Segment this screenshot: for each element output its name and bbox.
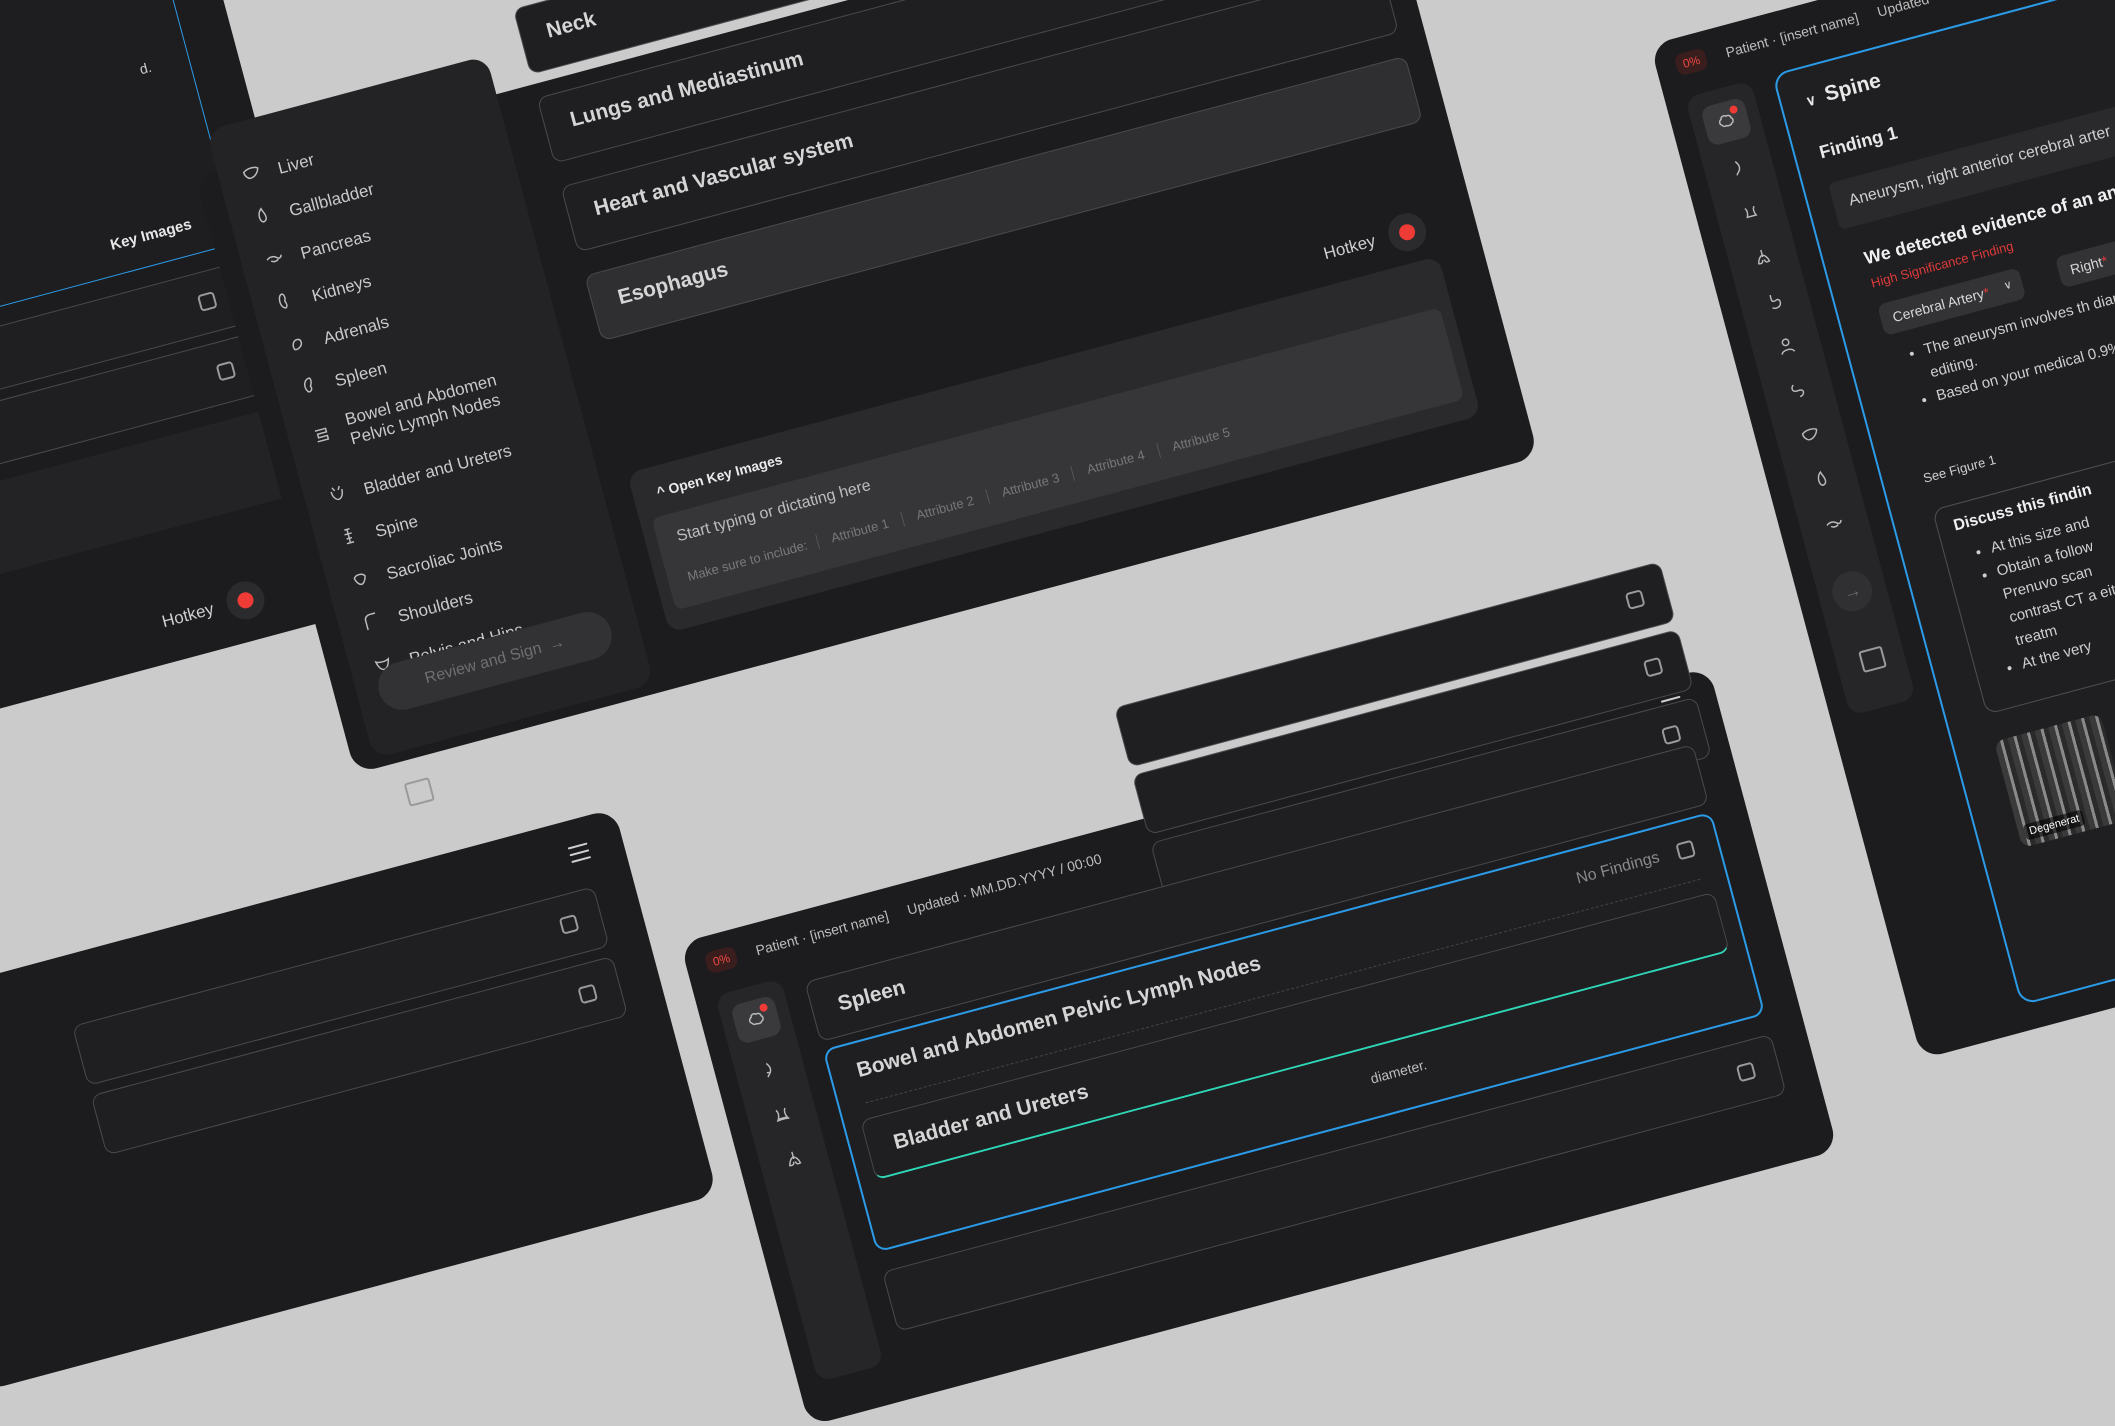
bottom-left-panel xyxy=(0,808,718,1392)
sidebar-item-label: Spine xyxy=(372,511,420,541)
neck-icon[interactable] xyxy=(744,1045,797,1095)
checkbox[interactable] xyxy=(1660,724,1682,746)
section-title: Spine xyxy=(1822,68,1884,106)
checkbox[interactable] xyxy=(577,983,599,1005)
gallbladder-icon[interactable] xyxy=(1796,454,1849,504)
pancreas-icon xyxy=(261,245,289,277)
record-icon xyxy=(235,590,256,611)
sidebar-item-adrenals[interactable]: Adrenals xyxy=(284,308,393,361)
gallbladder-icon xyxy=(249,202,277,234)
spleen-icon xyxy=(295,372,323,404)
dropdown-value: Cerebral Artery xyxy=(1890,285,1986,326)
checkbox[interactable] xyxy=(1642,656,1664,678)
hotkey-label: Hotkey xyxy=(1321,231,1378,264)
checkbox[interactable] xyxy=(215,360,237,382)
finding-title[interactable]: Finding 1 xyxy=(1817,122,1900,163)
key-images-label[interactable]: Key Images xyxy=(109,216,194,254)
next-button[interactable]: → xyxy=(1827,566,1877,616)
liver-icon[interactable] xyxy=(1784,410,1837,460)
bowel-icon xyxy=(308,421,336,453)
liver-icon xyxy=(238,160,266,192)
person-icon[interactable] xyxy=(1760,321,1813,371)
brain-icon[interactable] xyxy=(1700,96,1753,147)
collapse-sidebar-icon[interactable] xyxy=(403,777,435,807)
patient-name: Patient · [insert name] xyxy=(1723,9,1861,61)
record-button[interactable] xyxy=(222,577,269,624)
section-header[interactable]: ∨ Spine xyxy=(1803,69,1884,112)
lungs-icon[interactable] xyxy=(767,1134,820,1184)
sidebar-item-spleen[interactable]: Spleen xyxy=(295,355,390,405)
stomach-icon[interactable] xyxy=(1748,276,1801,326)
image-caption: Degenerat xyxy=(2022,809,2087,841)
thorax-icon[interactable] xyxy=(1724,188,1777,238)
sidebar-item-label: Gallbladder xyxy=(287,179,376,220)
thorax-icon[interactable] xyxy=(755,1089,808,1139)
progress-badge: 0% xyxy=(703,945,740,975)
hotkey-label: Hotkey xyxy=(159,599,216,632)
checkbox[interactable] xyxy=(1624,589,1646,610)
chevron-down-icon: ∨ xyxy=(1803,91,1818,110)
no-findings-label[interactable]: No Findings xyxy=(1574,849,1661,888)
sidebar-item-label: Pancreas xyxy=(298,225,373,263)
sacroiliac-icon xyxy=(347,566,375,598)
sidebar-item-label: Liver xyxy=(275,149,317,178)
updated-timestamp: Updated · MM.DD.YYYY / 00:00 xyxy=(905,850,1104,918)
checkbox[interactable] xyxy=(1675,839,1697,861)
intestine-icon[interactable] xyxy=(1772,365,1825,415)
checkbox[interactable] xyxy=(196,291,218,312)
section-label: Neck xyxy=(543,7,599,43)
section-label: Spleen xyxy=(835,975,908,1016)
sidebar-item-label: Bladder and Ureters xyxy=(361,440,514,499)
attribute-chip[interactable]: Attribute 4 xyxy=(1070,443,1160,481)
menu-icon[interactable] xyxy=(567,842,592,864)
arrow-right-icon: → xyxy=(546,633,567,655)
scan-image[interactable]: Degenerat xyxy=(1994,713,2115,848)
bladder-icon xyxy=(324,481,352,513)
lungs-icon[interactable] xyxy=(1736,232,1789,282)
sidebar-item-label: Adrenals xyxy=(321,311,391,348)
sidebar-item-label: Shoulders xyxy=(395,587,475,626)
updated-timestamp: Updated · M xyxy=(1875,0,1954,20)
finding-text: diameter. xyxy=(1368,1056,1429,1087)
sidebar-item-label: Sacroliac Joints xyxy=(384,533,505,584)
progress-badge: 0% xyxy=(1673,47,1710,77)
kidney-icon xyxy=(272,287,300,319)
record-icon xyxy=(1397,222,1417,243)
hint-label: Make sure to include: xyxy=(685,537,810,584)
sidebar-item-pancreas[interactable]: Pancreas xyxy=(261,222,374,277)
sidebar-item-label: Kidneys xyxy=(309,270,374,305)
side-dropdown[interactable]: Right*∨ xyxy=(2054,235,2115,289)
shoulder-icon xyxy=(358,608,386,640)
attribute-chip[interactable]: Attribute 2 xyxy=(900,489,990,527)
collapse-sidebar-icon[interactable] xyxy=(1858,645,1888,674)
sidebar-item-liver[interactable]: Liver xyxy=(238,146,317,191)
checkbox[interactable] xyxy=(558,913,580,935)
sidebar-item-label: Spleen xyxy=(332,357,389,390)
adrenals-icon xyxy=(284,330,312,362)
attribute-chip[interactable]: Attribute 5 xyxy=(1155,420,1246,458)
record-button[interactable] xyxy=(1383,208,1431,256)
attribute-chip[interactable]: Attribute 3 xyxy=(985,466,1075,504)
sidebar-item-spine[interactable]: Spine xyxy=(335,508,421,555)
brain-icon[interactable] xyxy=(730,994,783,1045)
section-label: Bladder and Ureters xyxy=(891,1079,1091,1155)
section-label: Lungs and Mediastinum xyxy=(567,47,806,132)
see-figure-link[interactable]: See Figure 1 xyxy=(1922,452,1998,486)
truncated-text: d. xyxy=(137,58,154,78)
spine-icon xyxy=(335,523,363,555)
neck-icon[interactable] xyxy=(1712,143,1765,193)
report-panel-bottom: 0% Patient · [insert name] Updated · MM.… xyxy=(680,561,1839,1426)
chevron-down-icon: ∨ xyxy=(2002,278,2014,293)
hotkey-control[interactable]: Hotkey xyxy=(158,577,269,641)
pancreas-icon[interactable] xyxy=(1808,499,1861,549)
section-label: Esophagus xyxy=(615,257,731,310)
dropdown-value: Right xyxy=(2068,253,2105,278)
checkbox[interactable] xyxy=(1735,1061,1757,1083)
sidebar-item-kidneys[interactable]: Kidneys xyxy=(272,268,374,320)
patient-name: Patient · [insert name] xyxy=(753,907,891,959)
attribute-chip[interactable]: Attribute 1 xyxy=(814,511,904,550)
